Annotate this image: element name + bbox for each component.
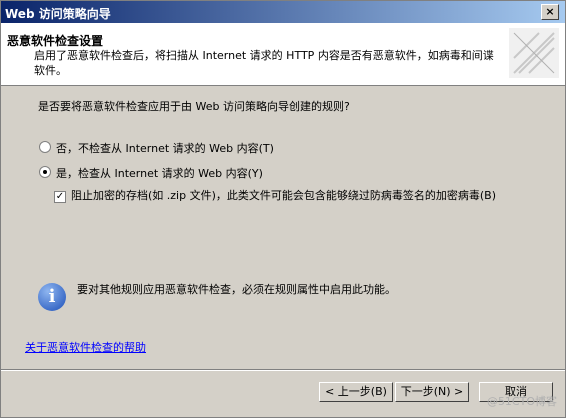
help-link[interactable]: 关于恶意软件检查的帮助 bbox=[25, 339, 146, 355]
radio-selected-dot bbox=[43, 170, 47, 174]
question-text: 是否要将恶意软件检查应用于由 Web 访问策略向导创建的规则? bbox=[38, 100, 350, 113]
radio-no-label[interactable]: 否，不检查从 Internet 请求的 Web 内容(T) bbox=[56, 140, 274, 156]
page-heading: 恶意软件检查设置 bbox=[7, 34, 104, 48]
title-bar: Web 访问策略向导 × bbox=[1, 1, 565, 23]
window-title: Web 访问策略向导 bbox=[5, 7, 111, 21]
radio-yes-label[interactable]: 是，检查从 Internet 请求的 Web 内容(Y) bbox=[56, 165, 263, 181]
radio-yes[interactable] bbox=[39, 166, 51, 178]
radio-no[interactable] bbox=[39, 141, 51, 153]
wizard-window: Web 访问策略向导 × 恶意软件检查设置 启用了恶意软件检查后，将扫描从 In… bbox=[0, 0, 566, 418]
info-text: 要对其他规则应用恶意软件检查，必须在规则属性中启用此功能。 bbox=[77, 283, 396, 296]
back-button[interactable]: < 上一步(B) bbox=[319, 382, 393, 402]
close-button[interactable]: × bbox=[541, 4, 559, 20]
wizard-header: 恶意软件检查设置 启用了恶意软件检查后，将扫描从 Internet 请求的 HT… bbox=[1, 23, 565, 86]
next-button[interactable]: 下一步(N) > bbox=[395, 382, 469, 402]
block-encrypted-checkbox[interactable]: ✓ bbox=[54, 191, 66, 203]
page-description: 启用了恶意软件检查后，将扫描从 Internet 请求的 HTTP 内容是否有恶… bbox=[34, 49, 494, 77]
watermark: @51CTO博客 bbox=[486, 395, 557, 408]
info-icon: i bbox=[38, 283, 66, 311]
button-separator bbox=[1, 369, 565, 371]
wizard-banner-icon bbox=[509, 28, 559, 78]
block-encrypted-label[interactable]: 阻止加密的存档(如 .zip 文件)，此类文件可能会包含能够绕过防病毒签名的加密… bbox=[71, 189, 511, 203]
checkmark-icon: ✓ bbox=[55, 191, 65, 202]
